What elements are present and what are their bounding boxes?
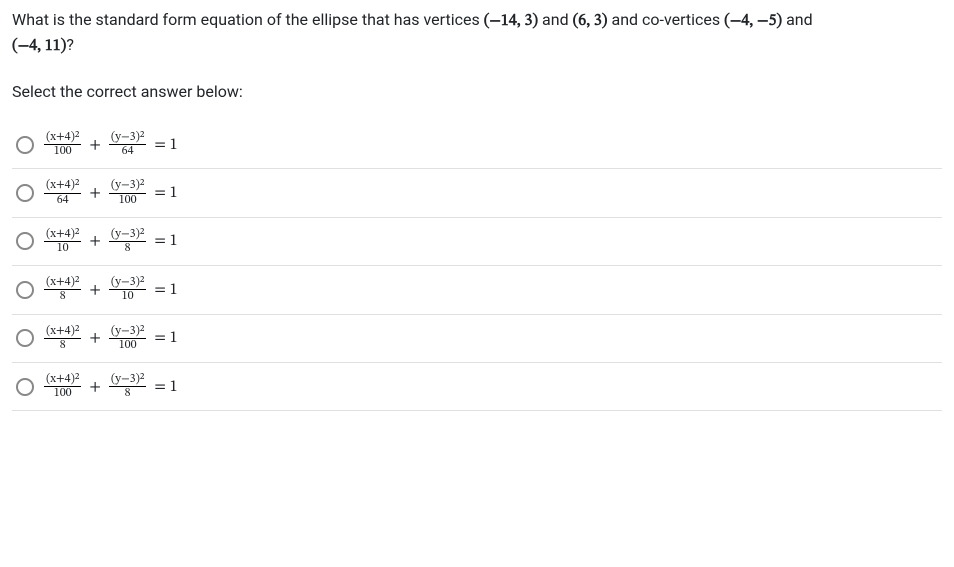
denominator: 100 — [109, 193, 146, 207]
numerator: (y−3)² — [109, 131, 146, 144]
fraction-2: (y−3)² 100 — [109, 179, 146, 206]
option-radio-5[interactable] — [16, 329, 34, 347]
numerator: (x+4)² — [44, 325, 81, 338]
fraction-1: (x+4)² 10 — [44, 228, 81, 255]
numerator: (x+4)² — [44, 179, 81, 192]
plus-symbol: + — [89, 183, 101, 203]
select-prompt: Select the correct answer below: — [12, 82, 942, 101]
plus-symbol: + — [89, 280, 101, 300]
fraction-2: (y−3)² 8 — [109, 373, 146, 400]
fraction-1: (x+4)² 100 — [44, 373, 81, 400]
option-row[interactable]: (x+4)² 8 + (y−3)² 100 = 1 — [12, 315, 942, 363]
question-pre: What is the standard form equation of th… — [12, 10, 484, 29]
option-row[interactable]: (x+4)² 64 + (y−3)² 100 = 1 — [12, 169, 942, 217]
numerator: (y−3)² — [109, 179, 146, 192]
denominator: 8 — [44, 289, 81, 303]
numerator: (y−3)² — [109, 325, 146, 338]
vertex-1: (−14, 3) — [484, 13, 538, 29]
denominator: 64 — [109, 144, 146, 158]
covertex-2: (−4, 11) — [12, 38, 66, 54]
option-math: (x+4)² 10 + (y−3)² 8 = 1 — [44, 228, 180, 255]
equals-one: = 1 — [154, 183, 177, 203]
fraction-1: (x+4)² 8 — [44, 276, 81, 303]
denominator: 8 — [109, 241, 146, 255]
option-radio-2[interactable] — [16, 184, 34, 202]
numerator: (x+4)² — [44, 276, 81, 289]
question-text: What is the standard form equation of th… — [12, 8, 942, 58]
numerator: (x+4)² — [44, 373, 81, 386]
denominator: 10 — [109, 289, 146, 303]
covertex-1: (−4, −5) — [724, 13, 782, 29]
equals-one: = 1 — [154, 135, 177, 155]
denominator: 64 — [44, 193, 81, 207]
option-math: (x+4)² 8 + (y−3)² 100 = 1 — [44, 325, 180, 352]
denominator: 8 — [109, 386, 146, 400]
numerator: (y−3)² — [109, 373, 146, 386]
option-row[interactable]: (x+4)² 8 + (y−3)² 10 = 1 — [12, 266, 942, 314]
equals-one: = 1 — [154, 280, 177, 300]
numerator: (x+4)² — [44, 228, 81, 241]
equals-one: = 1 — [154, 377, 177, 397]
equals-one: = 1 — [154, 328, 177, 348]
denominator: 10 — [44, 241, 81, 255]
option-math: (x+4)² 8 + (y−3)² 10 = 1 — [44, 276, 180, 303]
fraction-1: (x+4)² 8 — [44, 325, 81, 352]
plus-symbol: + — [89, 135, 101, 155]
option-radio-3[interactable] — [16, 232, 34, 250]
option-row[interactable]: (x+4)² 10 + (y−3)² 8 = 1 — [12, 218, 942, 266]
plus-symbol: + — [89, 231, 101, 251]
equals-one: = 1 — [154, 231, 177, 251]
option-row[interactable]: (x+4)² 100 + (y−3)² 8 = 1 — [12, 363, 942, 411]
denominator: 8 — [44, 338, 81, 352]
vertex-2: (6, 3) — [573, 13, 608, 29]
fraction-2: (y−3)² 64 — [109, 131, 146, 158]
question-post: ? — [66, 35, 74, 54]
option-row[interactable]: (x+4)² 100 + (y−3)² 64 = 1 — [12, 121, 942, 169]
question-mid: and co-vertices — [608, 10, 725, 29]
fraction-2: (y−3)² 10 — [109, 276, 146, 303]
option-math: (x+4)² 100 + (y−3)² 64 = 1 — [44, 131, 180, 158]
numerator: (y−3)² — [109, 276, 146, 289]
fraction-2: (y−3)² 8 — [109, 228, 146, 255]
numerator: (y−3)² — [109, 228, 146, 241]
fraction-1: (x+4)² 64 — [44, 179, 81, 206]
denominator: 100 — [44, 386, 81, 400]
question-and1: and — [538, 10, 573, 29]
fraction-1: (x+4)² 100 — [44, 131, 81, 158]
numerator: (x+4)² — [44, 131, 81, 144]
fraction-2: (y−3)² 100 — [109, 325, 146, 352]
option-math: (x+4)² 100 + (y−3)² 8 = 1 — [44, 373, 180, 400]
option-radio-6[interactable] — [16, 378, 34, 396]
denominator: 100 — [109, 338, 146, 352]
denominator: 100 — [44, 144, 81, 158]
plus-symbol: + — [89, 328, 101, 348]
option-radio-1[interactable] — [16, 136, 34, 154]
option-math: (x+4)² 64 + (y−3)² 100 = 1 — [44, 179, 180, 206]
plus-symbol: + — [89, 377, 101, 397]
option-radio-4[interactable] — [16, 281, 34, 299]
question-and2: and — [782, 10, 813, 29]
